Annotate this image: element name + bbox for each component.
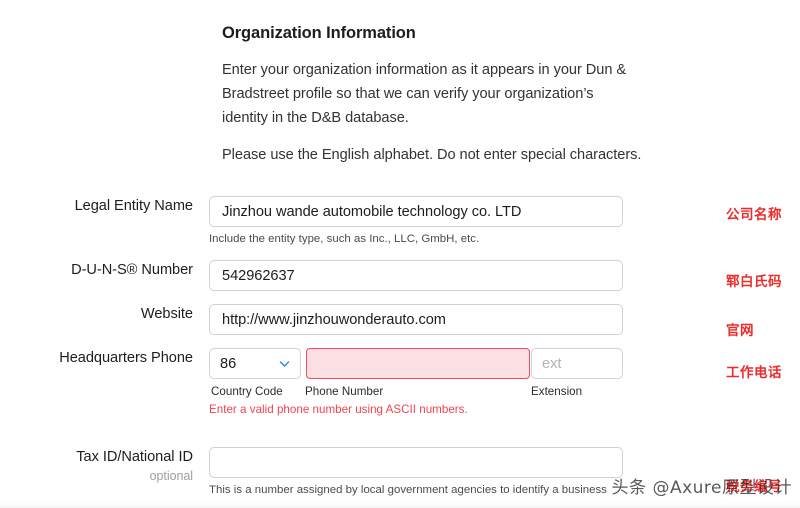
legal-entity-name-field-group: Include the entity type, such as Inc., L… xyxy=(209,196,800,247)
website-label: Website xyxy=(140,306,193,322)
form-row-website: Website xyxy=(0,304,800,335)
legal-entity-name-input[interactable] xyxy=(209,196,623,227)
legal-entity-name-helper-text: Include the entity type, such as Inc., L… xyxy=(209,233,480,245)
page-title: Organization Information xyxy=(222,24,416,42)
chevron-down-icon xyxy=(278,357,291,370)
duns-number-label: D-U-N-S® Number xyxy=(71,262,193,278)
form-row-legal-entity-name: Legal Entity Name Include the entity typ… xyxy=(0,196,800,247)
phone-inputs-wrapper: 86 xyxy=(209,348,623,379)
annotation-duns-code: 郓白氏码 xyxy=(726,274,782,290)
headquarters-phone-label: Headquarters Phone xyxy=(59,350,193,366)
duns-number-input[interactable] xyxy=(209,260,623,291)
organization-form: Legal Entity Name Include the entity typ… xyxy=(0,196,800,498)
organization-information-section: Organization Information Enter your orga… xyxy=(222,24,642,167)
tax-id-input[interactable] xyxy=(209,447,623,478)
phone-number-error-message: Enter a valid phone number using ASCII n… xyxy=(209,403,468,416)
country-code-value: 86 xyxy=(220,355,237,372)
annotation-company-name: 公司名称 xyxy=(726,207,782,223)
form-row-headquarters-phone: Headquarters Phone 86 C xyxy=(0,348,800,418)
country-code-sub-label: Country Code xyxy=(211,385,283,398)
legal-entity-name-label: Legal Entity Name xyxy=(74,198,193,214)
country-code-select[interactable]: 86 xyxy=(209,348,301,379)
watermark: 头条 @Axure原型设计 xyxy=(611,478,792,498)
duns-number-field-group xyxy=(209,260,800,291)
intro-paragraph-2: Please use the English alphabet. Do not … xyxy=(222,146,642,163)
annotation-work-phone: 工作电话 xyxy=(726,365,782,381)
page-root: Organization Information Enter your orga… xyxy=(0,0,800,508)
phone-number-input[interactable] xyxy=(306,348,530,379)
annotation-website: 官网 xyxy=(726,323,754,339)
phone-number-sub-label: Phone Number xyxy=(305,385,384,398)
phone-sub-labels: Country Code Phone Number Extension xyxy=(209,384,623,400)
website-field-group xyxy=(209,304,800,335)
intro-paragraph-1: Enter your organization information as i… xyxy=(222,61,627,126)
tax-id-optional-note: optional xyxy=(149,469,193,483)
bottom-edge-shadow xyxy=(0,502,800,508)
extension-sub-label: Extension xyxy=(531,385,583,398)
headquarters-phone-field-group: 86 Country Code Phone Number Extension xyxy=(209,348,800,418)
tax-id-label: Tax ID/National ID xyxy=(76,449,193,465)
form-row-duns-number: D-U-N-S® Number xyxy=(0,260,800,291)
tax-id-label-group: Tax ID/National ID optional xyxy=(0,447,209,484)
phone-extension-input[interactable] xyxy=(531,348,623,379)
website-input[interactable] xyxy=(209,304,623,335)
